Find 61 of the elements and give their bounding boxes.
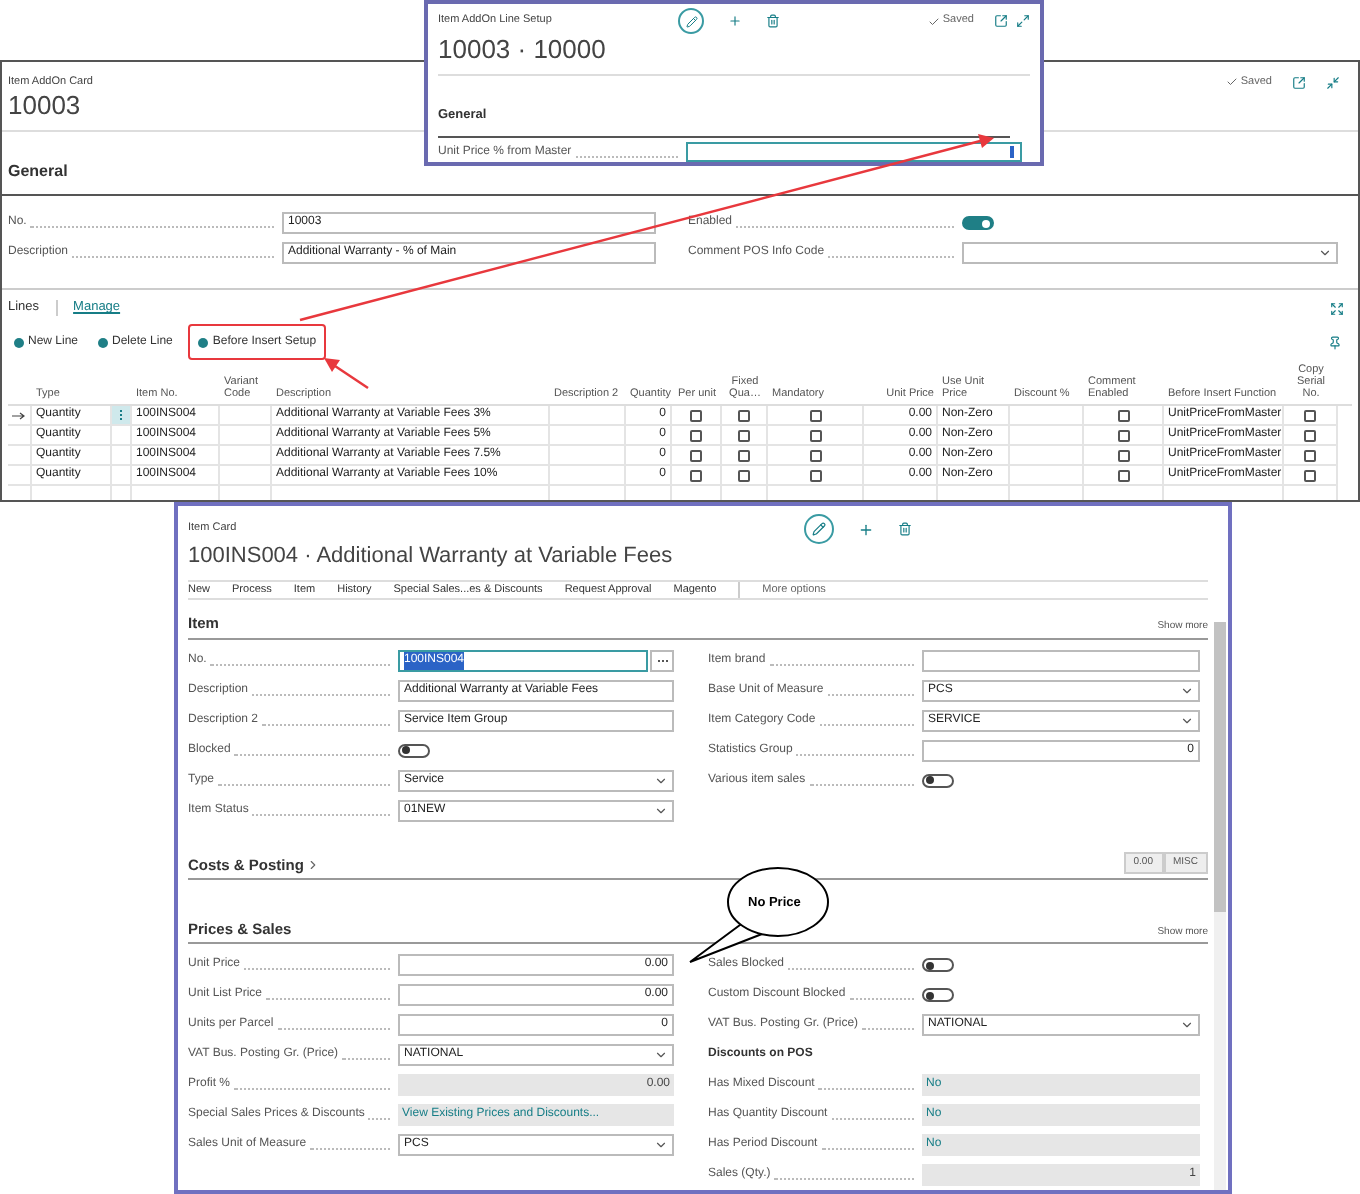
checkbox[interactable] [738,449,750,461]
chevron-down-icon [1180,1018,1194,1033]
toggle-switch[interactable] [398,743,430,757]
toggle-switch[interactable] [922,773,954,787]
pin-icon[interactable] [1328,335,1342,349]
checkbox[interactable] [690,409,702,421]
checkbox[interactable] [809,409,821,421]
checkbox[interactable] [1117,469,1129,481]
chevron-down-icon [1180,683,1194,697]
chevron-right-icon[interactable] [305,857,320,872]
pop-out-icon[interactable] [1292,75,1306,90]
checkbox[interactable] [690,449,702,461]
checkbox[interactable] [1117,449,1129,461]
edit-button[interactable] [804,514,834,544]
chevron-down-icon [654,1048,668,1063]
chevron-down-icon [654,1138,668,1153]
chevron-down-icon [1318,246,1332,261]
pencil-icon [685,15,697,27]
collapse-icon[interactable] [1326,75,1340,90]
page-title: 100INS004 · Additional Warranty at Variable Fees [188,544,673,570]
plus-icon[interactable] [858,521,874,537]
chevron-down-icon [1180,713,1194,727]
section-title: General [8,162,68,181]
checkbox[interactable] [690,429,702,441]
checkbox[interactable] [1304,409,1316,421]
edit-button[interactable] [678,8,704,34]
check-icon [1226,76,1239,89]
checkbox[interactable] [1117,429,1129,441]
toolbar-icon [198,337,209,347]
checkbox[interactable] [1117,409,1129,421]
page-title: 10003 · 10000 [438,34,606,64]
checkbox[interactable] [1304,469,1316,481]
chevron-down-icon [654,803,668,817]
checkbox[interactable] [738,429,750,441]
trash-icon[interactable] [898,522,912,536]
text-field[interactable] [922,649,1200,671]
toolbar-icon [98,337,109,347]
trash-icon[interactable] [766,14,780,28]
toolbar-icon [14,337,24,347]
toggle-switch[interactable] [962,216,994,231]
checkbox[interactable] [809,429,821,441]
checkbox[interactable] [809,469,821,481]
chevron-down-icon [654,773,668,787]
toggle-switch[interactable] [922,958,954,973]
checkbox[interactable] [1304,429,1316,441]
checkbox[interactable] [809,449,821,461]
speech-bubble [689,867,829,963]
toggle-switch[interactable] [922,988,954,1003]
pop-out-icon[interactable] [994,14,1008,28]
page-title: 10003 [8,90,81,123]
scrollbar[interactable] [1214,622,1226,1190]
checkbox[interactable] [738,409,750,421]
checkbox[interactable] [1304,449,1316,461]
check-icon [928,15,941,27]
text-field[interactable] [686,142,1022,162]
expand-icon[interactable] [1016,14,1030,28]
pencil-icon [812,522,826,536]
checkbox[interactable] [738,469,750,481]
lookup-button[interactable] [650,649,674,671]
expand-icon[interactable] [1330,301,1344,316]
checkbox[interactable] [690,469,702,481]
